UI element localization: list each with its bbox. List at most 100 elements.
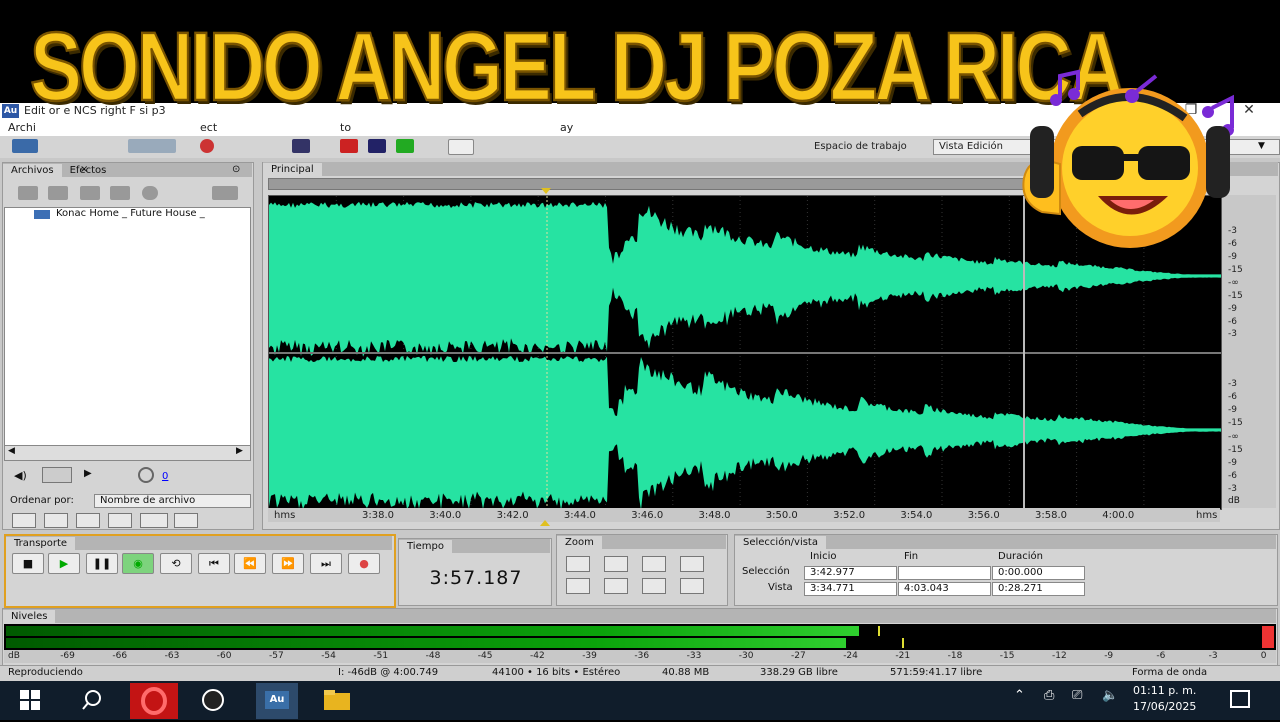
scroll-right-icon[interactable]: ▶: [236, 446, 243, 456]
sort-select[interactable]: Nombre de archivo: [94, 494, 251, 508]
row-vista: Vista: [768, 582, 793, 593]
tray-expand-icon[interactable]: ⌃: [1014, 688, 1025, 703]
zoom-selection-icon[interactable]: [680, 556, 704, 572]
tool-icon-red[interactable]: [340, 139, 358, 153]
play-button[interactable]: ▶: [48, 553, 80, 574]
speaker-icon[interactable]: ◀): [14, 469, 27, 482]
view-end-field[interactable]: 4:03.043: [898, 582, 991, 596]
view-start-field[interactable]: 3:34.771: [804, 582, 897, 596]
clip-indicator[interactable]: [1262, 626, 1274, 648]
tool-icon-blue[interactable]: [368, 139, 386, 153]
zoom-right-edge-icon[interactable]: [604, 578, 628, 594]
view-icon-6[interactable]: [174, 513, 198, 528]
stop-button[interactable]: ■: [12, 553, 44, 574]
close-tab-icon[interactable]: ×: [80, 164, 88, 175]
waveform-channel-right: [269, 355, 1221, 509]
loop-toggle-icon[interactable]: [42, 467, 72, 483]
selection-duration-field[interactable]: 0:00.000: [992, 566, 1085, 580]
tab-principal[interactable]: Principal: [263, 163, 322, 176]
file-explorer-icon[interactable]: [324, 690, 350, 710]
goto-end-button[interactable]: ⏭: [310, 553, 342, 574]
tab-seleccion-vista[interactable]: Selección/vista: [735, 536, 826, 549]
db-tick-label: -15: [1228, 291, 1243, 301]
zoom-in-vertical-icon[interactable]: [642, 578, 666, 594]
tray-device-icon[interactable]: ⎙: [1044, 688, 1054, 703]
audition-taskbar-icon[interactable]: Au: [256, 683, 298, 719]
clock-date[interactable]: 17/06/2025: [1133, 700, 1196, 713]
view-icon-1[interactable]: [12, 513, 36, 528]
notification-icon[interactable]: [1230, 690, 1250, 708]
zoom-out-vertical-icon[interactable]: [680, 578, 704, 594]
playhead-bottom-icon[interactable]: [540, 520, 550, 526]
edit-view-button[interactable]: [12, 139, 38, 153]
chevron-down-icon[interactable]: ▼: [1258, 141, 1265, 151]
obs-icon[interactable]: [200, 688, 226, 712]
opera-icon[interactable]: [130, 683, 178, 719]
level-tick-label: -18: [947, 651, 963, 661]
tab-zoom[interactable]: Zoom: [557, 536, 602, 549]
record-button[interactable]: ●: [348, 553, 380, 574]
sunglasses-emoji-sticker: [1022, 69, 1234, 248]
status-view-mode: Forma de onda: [1132, 667, 1208, 678]
selection-start-field[interactable]: 3:42.977: [804, 566, 897, 580]
scroll-left-icon[interactable]: ◀: [8, 446, 15, 456]
multitrack-button[interactable]: [128, 139, 176, 153]
view-options-icon[interactable]: [212, 186, 238, 200]
metadata-icon[interactable]: [142, 186, 158, 200]
view-icon-5[interactable]: [140, 513, 168, 528]
ruler-tick-label: hms: [274, 510, 296, 521]
search-icon[interactable]: [80, 688, 104, 712]
clock-time[interactable]: 01:11 p. m.: [1133, 684, 1196, 697]
windows-start-icon[interactable]: [20, 690, 40, 710]
fast-forward-button[interactable]: ⏩: [272, 553, 304, 574]
tab-niveles[interactable]: Niveles: [3, 610, 56, 623]
status-cursor: I: -46dB @ 4:00.749: [338, 667, 439, 678]
loop-button[interactable]: ⟲: [160, 553, 192, 574]
import-file-icon[interactable]: [18, 186, 38, 200]
panel-menu-icon[interactable]: ⊙: [232, 164, 240, 175]
volume-readout[interactable]: 0: [162, 471, 168, 482]
view-icon-2[interactable]: [44, 513, 68, 528]
status-free-time: 571:59:41.17 libre: [890, 667, 983, 678]
play-to-end-button[interactable]: ◉: [122, 553, 154, 574]
playhead-marker-icon[interactable]: [541, 188, 551, 194]
tool-icon-green[interactable]: [396, 139, 414, 153]
level-tick-label: dB: [8, 651, 20, 661]
zoom-left-edge-icon[interactable]: [566, 578, 590, 594]
play-preview-icon[interactable]: ▶: [84, 468, 92, 479]
selection-end-field[interactable]: [898, 566, 991, 580]
record-mode-icon[interactable]: [200, 139, 214, 153]
peak-indicator-right: [902, 638, 904, 648]
volume-knob[interactable]: [138, 467, 154, 483]
zoom-out-full-icon[interactable]: [642, 556, 666, 572]
level-tick-label: -36: [634, 651, 650, 661]
db-tick-label: -9: [1228, 304, 1237, 314]
volume-icon[interactable]: 🔈: [1102, 688, 1118, 703]
audition-app-icon: Au: [2, 104, 19, 118]
tool-button[interactable]: [448, 139, 474, 155]
level-tick-label: -57: [269, 651, 284, 661]
tool-icon[interactable]: [292, 139, 310, 153]
pause-button[interactable]: ❚❚: [86, 553, 118, 574]
tab-transporte[interactable]: Transporte: [6, 537, 76, 550]
files-hscrollbar[interactable]: [4, 445, 251, 461]
zoom-in-horizontal-icon[interactable]: [566, 556, 590, 572]
time-ruler[interactable]: [268, 508, 1220, 522]
col-duracion: Duración: [998, 551, 1044, 562]
view-duration-field[interactable]: 0:28.271: [992, 582, 1085, 596]
ruler-tick-label: 3:46.0: [631, 510, 664, 521]
tab-archivos[interactable]: Archivos: [3, 164, 62, 177]
file-view-buttons: [12, 513, 212, 528]
tab-tiempo[interactable]: Tiempo: [399, 540, 452, 553]
insert-cd-icon[interactable]: [110, 186, 130, 200]
rewind-button[interactable]: ⏪: [234, 553, 266, 574]
goto-start-button[interactable]: ⏮: [198, 553, 230, 574]
insert-multitrack-icon[interactable]: [80, 186, 100, 200]
ruler-tick-label: 3:40.0: [429, 510, 462, 521]
view-icon-3[interactable]: [76, 513, 100, 528]
view-icon-4[interactable]: [108, 513, 132, 528]
list-item[interactable]: Konac Home _ Future House _: [56, 208, 205, 219]
zoom-out-horizontal-icon[interactable]: [604, 556, 628, 572]
close-file-icon[interactable]: [48, 186, 68, 200]
network-icon[interactable]: ⎚: [1072, 688, 1082, 703]
